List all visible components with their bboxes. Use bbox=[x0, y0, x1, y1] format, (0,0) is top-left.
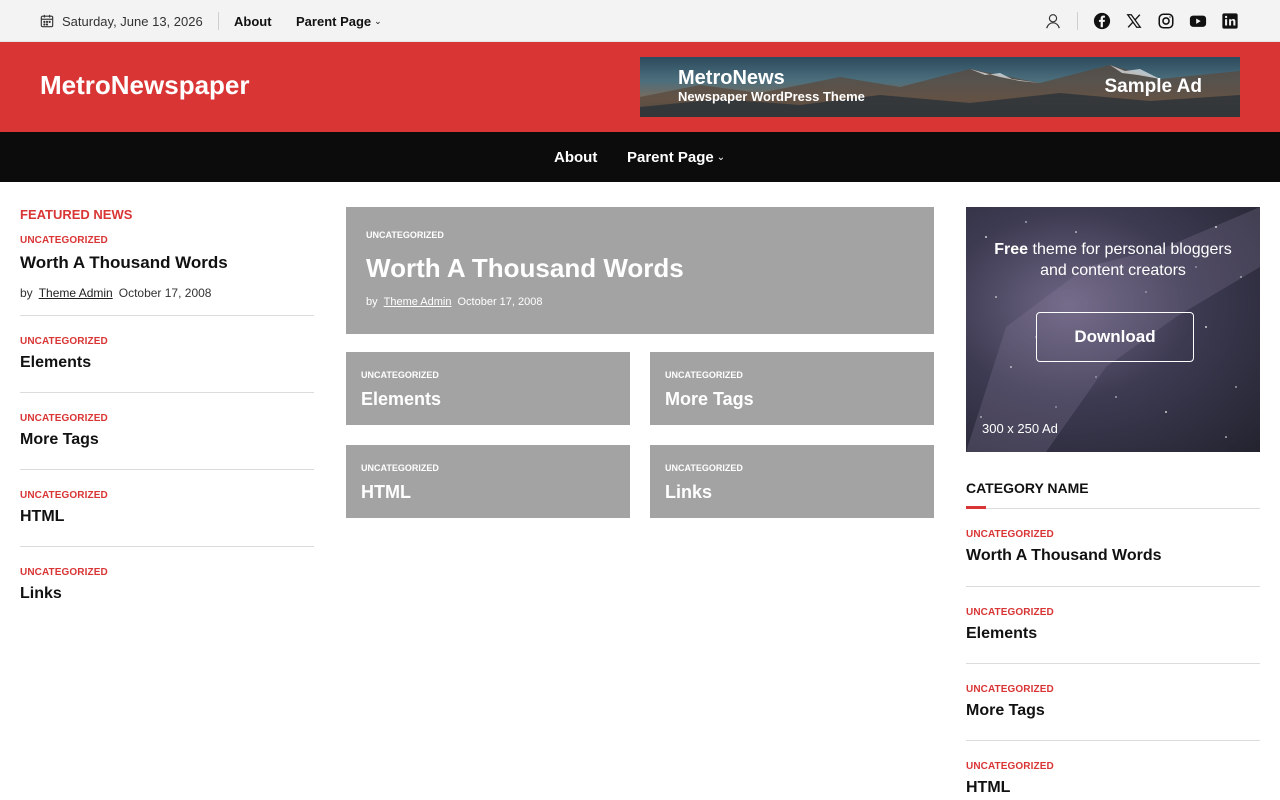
featured-item: UNCATEGORIZED Worth A Thousand Words by … bbox=[20, 235, 314, 300]
category-label[interactable]: UNCATEGORIZED bbox=[966, 529, 1260, 540]
article-date: October 17, 2008 bbox=[457, 296, 543, 308]
featured-item: UNCATEGORIZED More Tags bbox=[20, 413, 314, 449]
calendar-icon bbox=[40, 14, 54, 28]
ad-title: MetroNews bbox=[678, 67, 785, 89]
article-date: October 17, 2008 bbox=[118, 286, 212, 300]
divider bbox=[966, 508, 1260, 509]
category-label[interactable]: UNCATEGORIZED bbox=[665, 463, 743, 473]
top-nav-about-label: About bbox=[234, 13, 272, 29]
category-label[interactable]: UNCATEGORIZED bbox=[20, 336, 314, 347]
top-nav-about[interactable]: About bbox=[234, 0, 272, 42]
chevron-down-icon: ⌄ bbox=[716, 151, 726, 163]
ad-subline: and content creators bbox=[1040, 262, 1186, 279]
article-title[interactable]: More Tags bbox=[20, 431, 314, 449]
ad-size-label: 300 x 250 Ad bbox=[982, 421, 1058, 436]
category-label[interactable]: UNCATEGORIZED bbox=[366, 230, 444, 240]
chevron-down-icon: ⌄ bbox=[374, 15, 382, 26]
article-meta: by Theme Admin October 17, 2008 bbox=[366, 296, 543, 308]
divider bbox=[20, 546, 314, 547]
facebook-icon[interactable] bbox=[1092, 11, 1112, 31]
main-nav-parent-page[interactable]: Parent Page ⌄ bbox=[627, 132, 725, 182]
ad-subtitle: Newspaper WordPress Theme bbox=[678, 89, 865, 104]
article-title[interactable]: More Tags bbox=[665, 389, 754, 410]
category-label[interactable]: UNCATEGORIZED bbox=[20, 490, 314, 501]
main-nav-parent-page-label: Parent Page bbox=[627, 148, 714, 166]
article-card[interactable]: UNCATEGORIZED Elements bbox=[346, 352, 630, 425]
featured-item: UNCATEGORIZED Elements bbox=[20, 336, 314, 372]
social-icons bbox=[1031, 0, 1240, 42]
category-label[interactable]: UNCATEGORIZED bbox=[966, 684, 1260, 695]
article-card[interactable]: UNCATEGORIZED HTML bbox=[346, 445, 630, 518]
article-title[interactable]: Links bbox=[665, 482, 712, 503]
article-card[interactable]: UNCATEGORIZED More Tags bbox=[650, 352, 934, 425]
category-label[interactable]: UNCATEGORIZED bbox=[966, 761, 1260, 772]
ad-headline: Free theme for personal bloggers bbox=[966, 241, 1260, 259]
featured-item: UNCATEGORIZED Links bbox=[20, 567, 314, 603]
ad-headline-bold: Free bbox=[994, 241, 1029, 258]
user-icon[interactable] bbox=[1043, 11, 1063, 31]
divider bbox=[966, 586, 1260, 587]
category-label[interactable]: UNCATEGORIZED bbox=[361, 463, 439, 473]
site-header: MetroNewspaper MetroNews Newspaper WordP… bbox=[0, 42, 1280, 132]
main-navigation: About Parent Page ⌄ bbox=[0, 132, 1280, 182]
author-link[interactable]: Theme Admin bbox=[39, 286, 113, 300]
site-logo[interactable]: MetroNewspaper bbox=[40, 70, 250, 101]
ad-tag: Sample Ad bbox=[1104, 76, 1203, 97]
main-nav-about-label: About bbox=[554, 148, 598, 166]
article-title[interactable]: HTML bbox=[966, 779, 1260, 797]
by-label: by bbox=[366, 296, 378, 308]
date-display: Saturday, June 13, 2026 bbox=[40, 0, 203, 42]
featured-news-heading: FEATURED NEWS bbox=[20, 207, 133, 222]
article-title[interactable]: Elements bbox=[966, 625, 1260, 643]
top-bar: Saturday, June 13, 2026 About Parent Pag… bbox=[0, 0, 1280, 42]
current-date: Saturday, June 13, 2026 bbox=[62, 13, 203, 29]
sidebar-item: UNCATEGORIZED Worth A Thousand Words bbox=[966, 529, 1260, 565]
x-twitter-icon[interactable] bbox=[1124, 11, 1144, 31]
article-title[interactable]: Elements bbox=[20, 354, 314, 372]
main-nav-about[interactable]: About bbox=[554, 132, 597, 182]
linkedin-icon[interactable] bbox=[1220, 11, 1240, 31]
sidebar-item: UNCATEGORIZED HTML bbox=[966, 761, 1260, 797]
article-title[interactable]: Elements bbox=[361, 389, 441, 410]
top-nav-parent-page[interactable]: Parent Page ⌄ bbox=[296, 0, 382, 42]
header-ad-banner[interactable]: MetroNews Newspaper WordPress Theme Samp… bbox=[640, 57, 1240, 117]
ad-headline-rest: theme for personal bloggers bbox=[1028, 241, 1232, 258]
category-label[interactable]: UNCATEGORIZED bbox=[966, 607, 1260, 618]
divider bbox=[966, 663, 1260, 664]
download-button[interactable]: Download bbox=[1036, 312, 1194, 362]
article-meta: by Theme Admin October 17, 2008 bbox=[20, 286, 314, 300]
by-label: by bbox=[20, 286, 33, 300]
article-card[interactable]: UNCATEGORIZED Links bbox=[650, 445, 934, 518]
youtube-icon[interactable] bbox=[1188, 11, 1208, 31]
category-label[interactable]: UNCATEGORIZED bbox=[361, 370, 439, 380]
category-label[interactable]: UNCATEGORIZED bbox=[20, 235, 314, 246]
article-title[interactable]: Links bbox=[20, 585, 314, 603]
category-label[interactable]: UNCATEGORIZED bbox=[20, 413, 314, 424]
hero-article-card[interactable]: UNCATEGORIZED Worth A Thousand Words by … bbox=[346, 207, 934, 334]
divider bbox=[20, 315, 314, 316]
article-title[interactable]: Worth A Thousand Words bbox=[366, 253, 684, 284]
article-title[interactable]: HTML bbox=[361, 482, 411, 503]
author-link[interactable]: Theme Admin bbox=[384, 296, 452, 308]
article-title[interactable]: HTML bbox=[20, 508, 314, 526]
category-label[interactable]: UNCATEGORIZED bbox=[665, 370, 743, 380]
top-nav-parent-page-label: Parent Page bbox=[296, 13, 372, 29]
category-name-heading: CATEGORY NAME bbox=[966, 480, 1089, 496]
heading-accent bbox=[966, 506, 986, 509]
article-title[interactable]: More Tags bbox=[966, 702, 1260, 720]
sidebar-item: UNCATEGORIZED More Tags bbox=[966, 684, 1260, 720]
sidebar-ad-banner[interactable]: Free theme for personal bloggers and con… bbox=[966, 207, 1260, 452]
divider bbox=[1077, 12, 1078, 30]
category-label[interactable]: UNCATEGORIZED bbox=[20, 567, 314, 578]
divider bbox=[966, 740, 1260, 741]
featured-item: UNCATEGORIZED HTML bbox=[20, 490, 314, 526]
article-title[interactable]: Worth A Thousand Words bbox=[20, 253, 314, 273]
divider bbox=[20, 469, 314, 470]
article-title[interactable]: Worth A Thousand Words bbox=[966, 547, 1260, 565]
sidebar-item: UNCATEGORIZED Elements bbox=[966, 607, 1260, 643]
instagram-icon[interactable] bbox=[1156, 11, 1176, 31]
divider bbox=[20, 392, 314, 393]
divider bbox=[218, 12, 219, 30]
